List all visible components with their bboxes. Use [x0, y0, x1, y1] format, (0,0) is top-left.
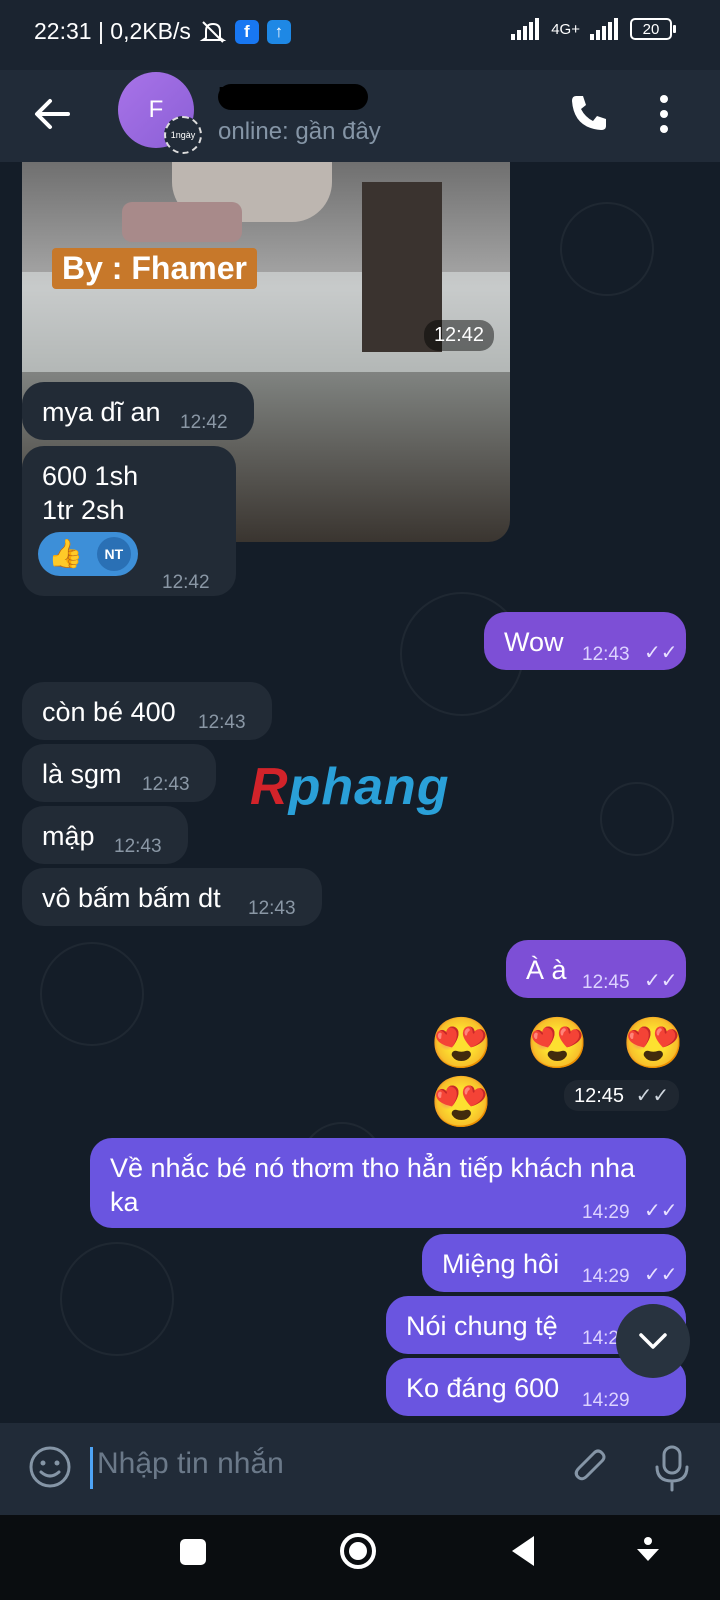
message-composer: Nhập tin nhắn: [0, 1423, 720, 1515]
battery-icon: 20: [630, 18, 676, 40]
incoming-message[interactable]: mập 12:43: [22, 806, 188, 864]
message-text: là sgm: [42, 759, 122, 789]
message-text: Ko đáng 600: [406, 1373, 560, 1403]
home-icon[interactable]: [338, 1531, 378, 1571]
incoming-message[interactable]: vô bấm bấm dt 12:43: [22, 868, 322, 926]
message-time: 12:42: [180, 412, 228, 433]
upload-icon: ↑: [266, 19, 291, 44]
outgoing-message[interactable]: Miệng hôi 14:29 ✓✓: [422, 1234, 686, 1292]
chevron-down-icon: [639, 1333, 667, 1349]
message-time: 12:43: [198, 712, 246, 733]
message-time: 14:29: [582, 1390, 630, 1411]
status-left: 22:31 | 0,2KB/s f ↑: [34, 18, 291, 45]
message-time: 12:42: [423, 320, 494, 351]
message-text: vô bấm bấm dt: [42, 883, 221, 913]
doodle-decoration: [40, 942, 144, 1046]
reaction-badge[interactable]: 👍 NT: [38, 532, 138, 576]
back-icon[interactable]: [508, 1533, 538, 1569]
incoming-message[interactable]: 600 1sh 1tr 2sh 👍 NT 12:42: [22, 446, 236, 596]
message-text: Nói chung tệ: [406, 1311, 558, 1341]
message-text-line: 1tr 2sh: [42, 495, 125, 525]
watermark-logo: Rphang: [250, 757, 450, 817]
contact-name[interactable]: F: [218, 84, 368, 110]
incoming-message[interactable]: mya dĩ an 12:42: [22, 382, 254, 440]
status-bar: 22:31 | 0,2KB/s f ↑ 4G+ 20: [0, 0, 720, 70]
outgoing-message[interactable]: À à 12:45 ✓✓: [506, 940, 686, 998]
phone-icon[interactable]: [566, 90, 612, 136]
message-time: 12:45: [574, 1085, 625, 1107]
message-text: còn bé 400: [42, 697, 176, 727]
microphone-icon[interactable]: [652, 1443, 692, 1493]
recent-apps-icon[interactable]: [178, 1537, 208, 1567]
signal-icon-2: [590, 18, 618, 40]
avatar-letter: F: [148, 96, 164, 123]
photo-caption: By : Fhamer: [52, 248, 257, 289]
incoming-message[interactable]: còn bé 400 12:43: [22, 682, 272, 740]
more-vertical-icon[interactable]: [656, 94, 672, 134]
outgoing-message[interactable]: Wow 12:43 ✓✓: [484, 612, 686, 670]
message-text: À à: [526, 955, 567, 985]
reaction-user-avatar: NT: [96, 537, 131, 571]
bell-muted-icon: [199, 20, 227, 43]
message-text: Về nhắc bé nó thơm tho hẳn tiếp khách nh…: [110, 1153, 636, 1217]
network-type: 4G+: [551, 20, 580, 38]
incoming-message[interactable]: là sgm 12:43: [22, 744, 216, 802]
message-time: 12:45: [582, 972, 630, 993]
scroll-down-button[interactable]: [616, 1304, 690, 1378]
message-time: 14:29: [582, 1202, 630, 1223]
system-nav-bar: [0, 1515, 720, 1600]
outgoing-message[interactable]: Về nhắc bé nó thơm tho hẳn tiếp khách nh…: [90, 1138, 686, 1228]
doodle-decoration: [600, 782, 674, 856]
message-text-line: 600 1sh: [42, 461, 139, 491]
contact-status: online: gần đây: [218, 118, 381, 145]
message-text: Wow: [504, 627, 564, 657]
double-check-icon: ✓✓: [644, 1200, 678, 1222]
double-check-icon: ✓✓: [644, 642, 678, 664]
thumbs-up-icon: 👍: [48, 538, 83, 569]
status-time-speed: 22:31 | 0,2KB/s: [34, 18, 191, 44]
double-check-icon: ✓✓: [635, 1085, 670, 1107]
status-right: 4G+ 20: [511, 18, 676, 40]
facebook-icon: f: [234, 19, 259, 44]
signal-icon: [511, 18, 540, 40]
story-badge: 1ngày: [164, 116, 202, 154]
paperclip-icon[interactable]: [570, 1445, 610, 1489]
doodle-decoration: [60, 1242, 174, 1356]
chat-header: F 1ngày F online: gần đây: [0, 70, 720, 162]
back-arrow-icon[interactable]: [30, 92, 74, 136]
dropdown-icon[interactable]: [634, 1535, 662, 1565]
doodle-decoration: [560, 202, 654, 296]
message-text: mập: [42, 821, 95, 851]
photo-region: [122, 202, 242, 242]
watermark-first: R: [250, 758, 289, 816]
message-time: 14:29: [582, 1266, 630, 1287]
message-time: 12:43: [248, 898, 296, 919]
emoji-icon[interactable]: [28, 1445, 72, 1489]
message-text: Miệng hôi: [442, 1249, 560, 1279]
message-time: 12:43: [114, 836, 162, 857]
emoji-message[interactable]: 😍 😍 😍 😍: [430, 1014, 720, 1132]
message-input[interactable]: Nhập tin nhắn: [90, 1447, 537, 1489]
chat-area[interactable]: By : Fhamer 12:42 mya dĩ an 12:42 600 1s…: [0, 162, 720, 1423]
message-time: 12:43: [582, 644, 630, 665]
message-text: mya dĩ an: [42, 397, 161, 427]
message-time: 12:42: [162, 572, 210, 593]
message-time: 12:43: [142, 774, 190, 795]
emoji-message-time: 12:45 ✓✓: [564, 1080, 680, 1111]
watermark-rest: phang: [288, 758, 450, 816]
double-check-icon: ✓✓: [644, 1264, 678, 1286]
double-check-icon: ✓✓: [644, 970, 678, 992]
